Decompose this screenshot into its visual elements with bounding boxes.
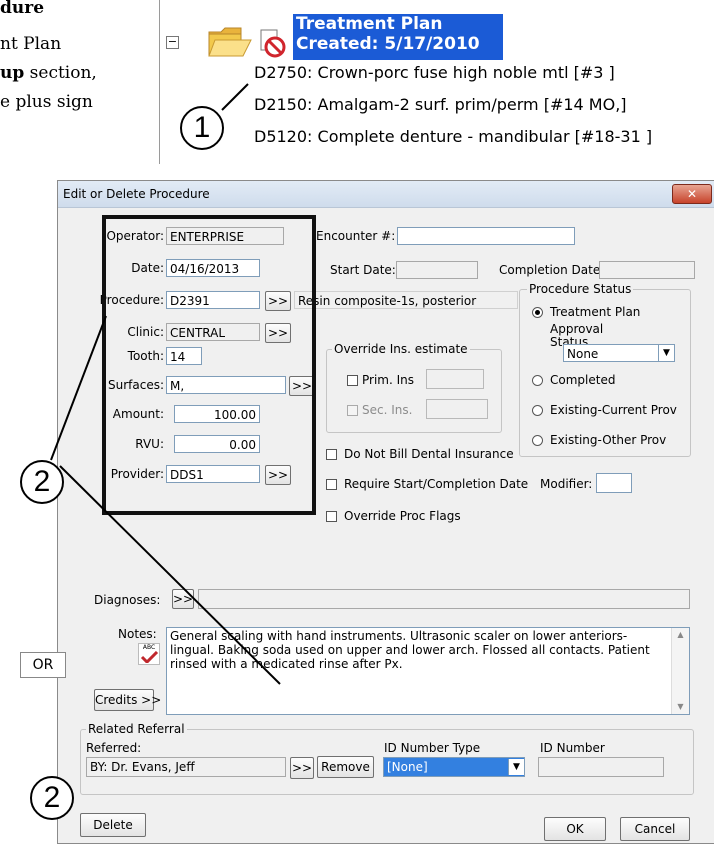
callout-2: 2 bbox=[30, 776, 74, 820]
callout-2: 2 bbox=[20, 460, 64, 504]
or-label: OR bbox=[20, 652, 66, 678]
callout-1: 1 bbox=[180, 106, 224, 150]
callout-leader-lines bbox=[50, 83, 281, 685]
